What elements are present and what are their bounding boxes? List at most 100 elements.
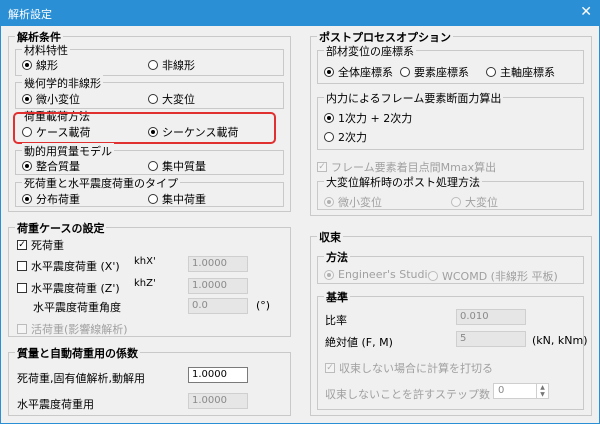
radio-consistent-mass[interactable]: 整合質量	[22, 158, 80, 174]
radio-lumped-mass[interactable]: 集中質量	[148, 158, 206, 174]
radio-large-displacement[interactable]: 大変位	[148, 91, 195, 107]
radio-first-dot[interactable]	[324, 113, 334, 123]
geometric-title: 幾何学的非線形	[22, 75, 103, 91]
khx-label: khX'	[134, 256, 156, 267]
radio-large-label: 大変位	[162, 93, 195, 106]
spinner-arrows-icon[interactable]: ▲ ▼	[536, 384, 548, 398]
radio-studio-dot[interactable]	[324, 269, 334, 280]
window-title: 解析設定	[8, 8, 52, 21]
radio-post-small-dot[interactable]	[324, 197, 334, 207]
radio-consistent-dot[interactable]	[22, 161, 32, 171]
checkbox-mmax-box[interactable]: ✓	[317, 162, 327, 172]
radio-concentrated-dot[interactable]	[148, 194, 158, 204]
dead-load-type-title: 死荷重と水平震度荷重のタイプ	[22, 175, 180, 191]
abs-label: 絶対値 (F, M)	[325, 336, 393, 349]
radio-principal-dot[interactable]	[486, 67, 496, 77]
checkbox-dead-load[interactable]: ✓ 死荷重	[17, 237, 64, 253]
load-case-title: 荷重ケースの設定	[15, 220, 107, 236]
coord-title: 部材変位の座標系	[324, 43, 416, 59]
ratio-input[interactable]: 0.010	[456, 309, 526, 325]
mass-factor-title: 質量と自動荷重用の係数	[15, 345, 140, 361]
mass-model-title: 動的用質量モデル	[22, 143, 114, 159]
radio-nonlinear[interactable]: 非線形	[148, 57, 195, 73]
radio-linear[interactable]: 線形	[22, 57, 58, 73]
radio-principal-label: 主軸座標系	[500, 66, 555, 79]
radio-element-dot[interactable]	[400, 67, 410, 77]
steps-spinner[interactable]: 0 ▲ ▼	[493, 383, 549, 399]
radio-first-label: 1次力 + 2次力	[338, 112, 413, 125]
radio-small-dot[interactable]	[22, 94, 32, 104]
angle-input[interactable]: 0.0	[188, 298, 248, 314]
radio-wcomd[interactable]: WCOMD (非線形 平板)	[428, 268, 558, 284]
radio-global-label: 全体座標系	[338, 66, 393, 79]
radio-concentrated-label: 集中荷重	[162, 193, 206, 206]
steps-value: 0	[498, 385, 505, 396]
radio-global-coord[interactable]: 全体座標系	[324, 64, 393, 80]
radio-distributed-dot[interactable]	[22, 194, 32, 204]
checkbox-horizontal-x[interactable]: 水平震度荷重 (X')	[17, 258, 120, 274]
checkbox-stop-calc-label: 収束しない場合に計算を打切る	[339, 362, 493, 375]
radio-lumped-dot[interactable]	[148, 161, 158, 171]
dead-factor-label: 死荷重,固有値解析,動解用	[17, 372, 145, 385]
seismic-factor-input[interactable]: 1.0000	[188, 393, 248, 409]
khx-input[interactable]: 1.0000	[188, 256, 248, 272]
highlight-box	[13, 112, 276, 144]
khz-input[interactable]: 1.0000	[188, 278, 248, 294]
radio-element-label: 要素座標系	[414, 66, 469, 79]
angle-unit: (°)	[256, 299, 271, 312]
radio-distributed-label: 分布荷重	[36, 193, 80, 206]
radio-post-large[interactable]: 大変位	[451, 194, 498, 210]
checkbox-live-label: 活荷重(影響線解析)	[31, 323, 128, 336]
radio-global-dot[interactable]	[324, 67, 334, 77]
steps-label: 収束しないことを許すステップ数	[325, 388, 490, 401]
checkbox-hz-box[interactable]	[17, 283, 27, 293]
checkbox-dead-box[interactable]: ✓	[17, 240, 27, 250]
radio-second-label: 2次力	[338, 131, 367, 144]
checkbox-dead-label: 死荷重	[31, 239, 64, 252]
large-disp-title: 大変位解析時のポスト処理方法	[324, 174, 482, 190]
radio-second-dot[interactable]	[324, 132, 334, 142]
seismic-factor-label: 水平震度荷重用	[17, 398, 94, 411]
radio-post-large-dot[interactable]	[451, 197, 461, 207]
radio-studio-label: Engineer's Studio	[338, 268, 435, 281]
radio-nonlinear-dot[interactable]	[148, 60, 158, 70]
radio-wcomd-label: WCOMD (非線形 平板)	[442, 270, 558, 283]
checkbox-stop-calc[interactable]: ✓ 収束しない場合に計算を打切る	[325, 360, 493, 376]
radio-wcomd-dot[interactable]	[428, 271, 438, 281]
radio-distributed-load[interactable]: 分布荷重	[22, 191, 80, 207]
title-bar: 解析設定 ✕	[0, 0, 600, 26]
checkbox-mmax-label: フレーム要素着目点間Mmax算出	[331, 161, 497, 174]
checkbox-live-load[interactable]: 活荷重(影響線解析)	[17, 321, 128, 337]
checkbox-mmax[interactable]: ✓ フレーム要素着目点間Mmax算出	[317, 159, 496, 175]
radio-engineers-studio[interactable]: Engineer's Studio	[324, 268, 434, 281]
checkbox-hz-label: 水平震度荷重 (Z')	[31, 282, 120, 295]
radio-linear-label: 線形	[36, 59, 58, 72]
checkbox-live-box[interactable]	[17, 324, 27, 334]
checkbox-stop-calc-box[interactable]: ✓	[325, 363, 335, 373]
angle-label: 水平震度荷重角度	[33, 301, 121, 314]
abs-input[interactable]: 5	[456, 331, 526, 347]
material-title: 材料特性	[22, 42, 70, 58]
radio-nonlinear-label: 非線形	[162, 59, 195, 72]
radio-linear-dot[interactable]	[22, 60, 32, 70]
checkbox-horizontal-z[interactable]: 水平震度荷重 (Z')	[17, 280, 120, 296]
radio-small-label: 微小変位	[36, 93, 80, 106]
radio-post-small-label: 微小変位	[338, 196, 382, 209]
radio-large-dot[interactable]	[148, 94, 158, 104]
radio-lumped-label: 集中質量	[162, 160, 206, 173]
radio-element-coord[interactable]: 要素座標系	[400, 64, 469, 80]
checkbox-hx-box[interactable]	[17, 261, 27, 271]
radio-second-order[interactable]: 2次力	[324, 129, 367, 145]
dead-factor-input[interactable]: 1.0000	[188, 367, 248, 383]
force-title: 内力によるフレーム要素断面力算出	[324, 90, 504, 106]
radio-small-displacement[interactable]: 微小変位	[22, 91, 80, 107]
radio-first-second-order[interactable]: 1次力 + 2次力	[324, 110, 412, 126]
checkbox-hx-label: 水平震度荷重 (X')	[31, 260, 120, 273]
radio-principal-coord[interactable]: 主軸座標系	[486, 64, 555, 80]
khz-label: khZ'	[134, 278, 156, 289]
radio-post-small[interactable]: 微小変位	[324, 194, 382, 210]
radio-concentrated-load[interactable]: 集中荷重	[148, 191, 206, 207]
close-icon[interactable]: ✕	[580, 4, 592, 20]
convergence-title: 収束	[317, 229, 343, 245]
criteria-title: 基準	[324, 289, 350, 305]
